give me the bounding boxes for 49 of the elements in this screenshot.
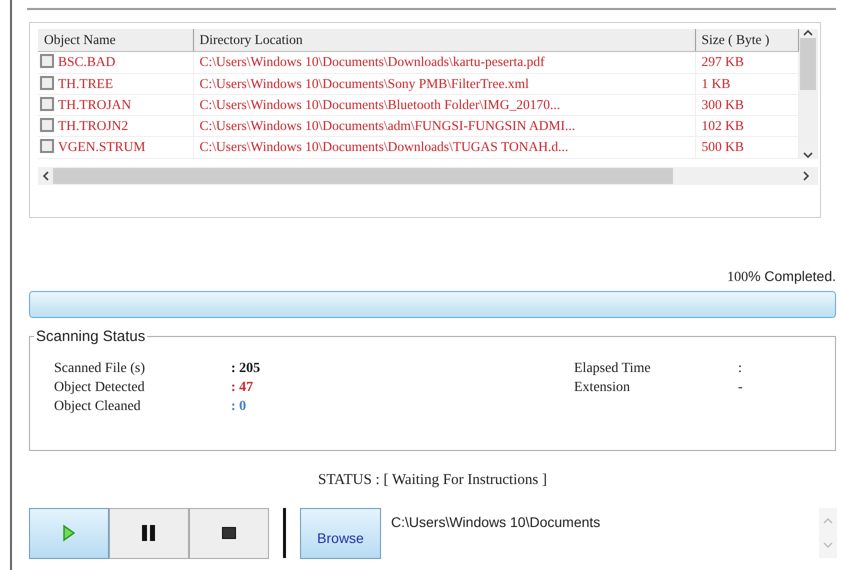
stat-label: Object Detected bbox=[54, 379, 146, 397]
stat-label: Extension bbox=[574, 379, 631, 397]
stop-icon bbox=[222, 527, 236, 539]
object-name: TH.TREE bbox=[58, 76, 114, 90]
object-name: TH.TROJAN bbox=[58, 96, 132, 112]
vertical-scrollbar[interactable] bbox=[798, 29, 818, 158]
scroll-right-icon[interactable] bbox=[803, 170, 810, 180]
scroll-left-icon[interactable] bbox=[42, 170, 49, 180]
pause-icon bbox=[142, 525, 156, 541]
stat-label: Scanned File (s) bbox=[54, 360, 146, 378]
file-size: 102 KB bbox=[695, 116, 798, 137]
directory-location: C:\Users\Windows 10\Documents\Downloads\kartu-peserta.pdf bbox=[193, 52, 695, 73]
file-size: 500 KB bbox=[695, 136, 798, 158]
stat-value: : 205 bbox=[231, 360, 260, 378]
column-header[interactable]: Size ( Byte ) bbox=[695, 29, 798, 52]
scroll-up-icon[interactable] bbox=[803, 29, 814, 36]
percent-value: 100 bbox=[727, 270, 748, 285]
row-checkbox[interactable] bbox=[40, 118, 54, 132]
object-name: VGEN.STRUM bbox=[58, 139, 146, 154]
stat-value: - bbox=[738, 379, 743, 397]
path-field[interactable]: C:\Users\Windows 10\Documents bbox=[391, 512, 811, 532]
directory-location: C:\Users\Windows 10\Documents\Sony PMB\FilterTree.xml bbox=[193, 73, 695, 94]
play-icon bbox=[62, 524, 76, 542]
file-size: 297 KB bbox=[695, 52, 798, 73]
directory-location: C:\Users\Windows 10\Documents\adm\FUNGSI-FUNGSIN ADMI... bbox=[193, 116, 695, 137]
directory-location: C:\Users\Windows 10\Documents\Bluetooth Folder\IMG_20170... bbox=[193, 94, 695, 116]
browse-button[interactable]: Browse bbox=[300, 508, 381, 558]
object-name: BSC.BAD bbox=[58, 54, 116, 70]
stop-button[interactable] bbox=[189, 508, 269, 558]
status-text: STATUS : [ Waiting For Instructions ] bbox=[317, 471, 548, 490]
directory-location: C:\Users\Windows 10\Documents\Downloads\TUGAS TONAH.d... bbox=[193, 136, 695, 158]
stat-label: Elapsed Time bbox=[574, 360, 652, 378]
column-header[interactable]: Directory Location bbox=[193, 29, 695, 52]
scroll-down-icon[interactable] bbox=[803, 152, 814, 158]
stat-value: : 0 bbox=[231, 398, 246, 416]
horizontal-scrollbar[interactable] bbox=[38, 166, 818, 184]
row-checkbox[interactable] bbox=[40, 139, 54, 154]
row-checkbox[interactable] bbox=[40, 54, 54, 68]
object-name: TH.TROJN2 bbox=[58, 118, 128, 133]
stat-value: : 47 bbox=[231, 379, 254, 397]
file-size: 1 KB bbox=[695, 73, 798, 94]
stat-value: : bbox=[738, 360, 742, 378]
row-checkbox[interactable] bbox=[40, 96, 54, 111]
column-header[interactable]: Object Name bbox=[38, 29, 193, 52]
file-size: 300 KB bbox=[695, 94, 798, 116]
row-checkbox[interactable] bbox=[40, 76, 54, 90]
progress-label: % Completed. bbox=[748, 268, 836, 284]
stat-label: Object Cleaned bbox=[54, 398, 142, 416]
pause-button[interactable] bbox=[109, 508, 189, 558]
